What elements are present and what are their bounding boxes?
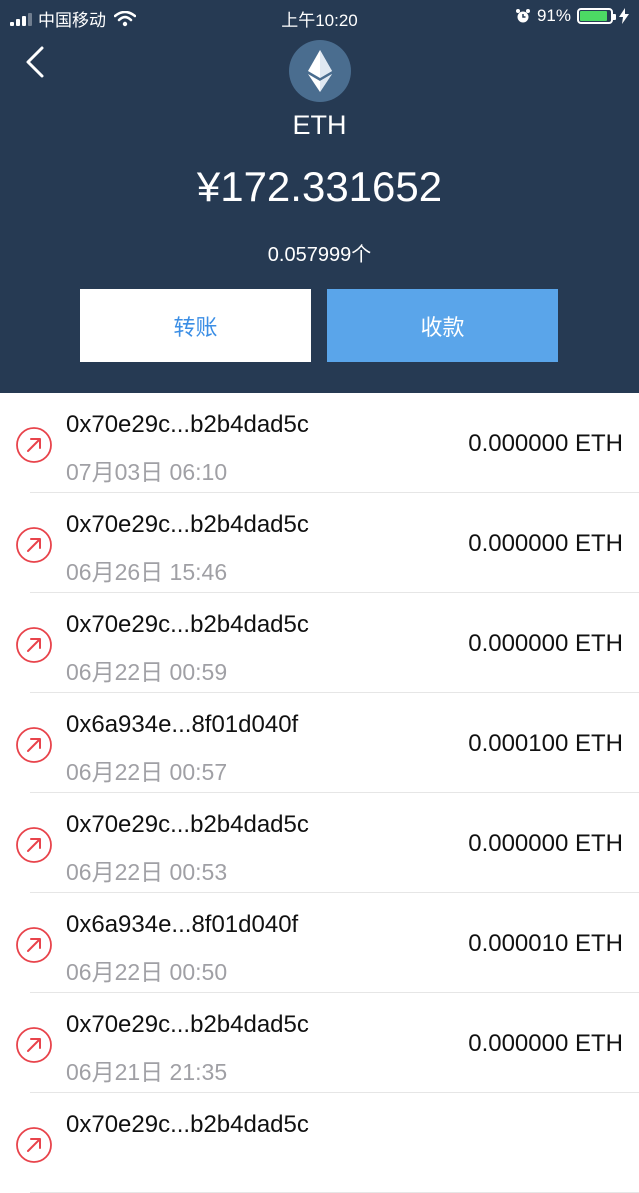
- transaction-row[interactable]: 0x6a934e...8f01d040f 06月22日 00:57 0.0001…: [0, 693, 639, 793]
- outgoing-arrow-icon: [16, 1027, 52, 1063]
- transaction-address: 0x70e29c...b2b4dad5c: [66, 1111, 309, 1138]
- transaction-time: 06月26日 15:46: [66, 559, 228, 585]
- transaction-time: 07月03日 06:10: [66, 459, 228, 485]
- transaction-amount: 0.000000 ETH: [468, 830, 623, 857]
- transaction-amount: 0.000000 ETH: [468, 630, 623, 657]
- outgoing-arrow-icon: [16, 1127, 52, 1163]
- transaction-time: 06月22日 00:53: [66, 859, 228, 885]
- chevron-left-icon: [26, 46, 44, 78]
- outgoing-arrow-icon: [16, 927, 52, 963]
- coin-name: ETH: [292, 110, 347, 140]
- back-button[interactable]: [18, 44, 54, 84]
- wallet-header: 中国移动 上午10:20 91% ETH ¥172.331652 0.05799…: [0, 0, 639, 393]
- token-quantity: 0.057999个: [267, 244, 372, 266]
- transaction-row[interactable]: 0x70e29c...b2b4dad5c 06月22日 00:59 0.0000…: [0, 593, 639, 693]
- transaction-amount: 0.000100 ETH: [468, 730, 623, 757]
- transaction-address: 0x70e29c...b2b4dad5c: [66, 611, 309, 638]
- charging-icon: [619, 8, 629, 24]
- fiat-balance: ¥172.331652: [196, 163, 443, 210]
- transaction-row[interactable]: 0x70e29c...b2b4dad5c 06月21日 21:35 0.0000…: [0, 993, 639, 1093]
- transaction-amount: 0.000000 ETH: [468, 1030, 623, 1057]
- transaction-row[interactable]: 0x70e29c...b2b4dad5c 07月03日 06:10 0.0000…: [0, 393, 639, 493]
- outgoing-arrow-icon: [16, 727, 52, 763]
- transaction-address: 0x6a934e...8f01d040f: [66, 711, 299, 738]
- transaction-amount: 0.000000 ETH: [468, 530, 623, 557]
- status-bar: 中国移动 上午10:20 91%: [0, 0, 639, 34]
- receive-button[interactable]: 收款: [327, 289, 558, 362]
- transaction-address: 0x70e29c...b2b4dad5c: [66, 1011, 309, 1038]
- alarm-icon: [515, 9, 530, 23]
- battery-percent: 91%: [536, 6, 571, 25]
- transaction-address: 0x70e29c...b2b4dad5c: [66, 411, 309, 438]
- battery-icon: [577, 8, 616, 24]
- outgoing-arrow-icon: [16, 427, 52, 463]
- transaction-amount: 0.000010 ETH: [468, 930, 623, 957]
- outgoing-arrow-icon: [16, 627, 52, 663]
- transaction-address: 0x70e29c...b2b4dad5c: [66, 811, 309, 838]
- transfer-button[interactable]: 转账: [80, 289, 311, 362]
- transaction-row[interactable]: 0x70e29c...b2b4dad5c 06月26日 15:46 0.0000…: [0, 493, 639, 593]
- transaction-amount: 0.000000 ETH: [468, 430, 623, 457]
- transaction-row[interactable]: 0x70e29c...b2b4dad5c: [0, 1093, 639, 1193]
- transaction-time: 06月22日 00:57: [66, 759, 228, 785]
- outgoing-arrow-icon: [16, 827, 52, 863]
- transaction-time: 06月22日 00:59: [66, 659, 228, 685]
- transaction-list: 0x70e29c...b2b4dad5c 07月03日 06:10 0.0000…: [0, 393, 639, 1193]
- transaction-time: 06月21日 21:35: [66, 1059, 228, 1085]
- outgoing-arrow-icon: [16, 527, 52, 563]
- transaction-address: 0x6a934e...8f01d040f: [66, 911, 299, 938]
- ethereum-logo-icon: [289, 40, 351, 102]
- transaction-row[interactable]: 0x6a934e...8f01d040f 06月22日 00:50 0.0000…: [0, 893, 639, 993]
- transaction-time: 06月22日 00:50: [66, 959, 228, 985]
- transaction-address: 0x70e29c...b2b4dad5c: [66, 511, 309, 538]
- transaction-row[interactable]: 0x70e29c...b2b4dad5c 06月22日 00:53 0.0000…: [0, 793, 639, 893]
